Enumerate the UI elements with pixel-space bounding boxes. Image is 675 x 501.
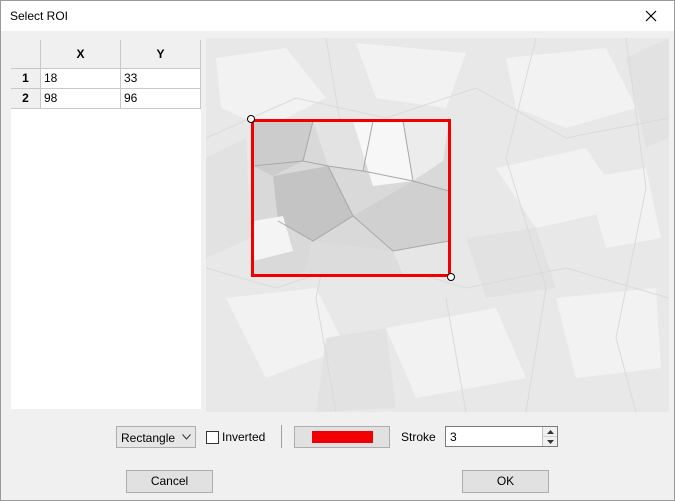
stroke-value[interactable]: 3 [450,430,457,444]
table-cell-y[interactable]: 33 [121,69,201,89]
roi-handle-bottom-right[interactable] [447,273,455,281]
row-header[interactable]: 1 [11,69,41,89]
inverted-option[interactable]: Inverted [206,429,265,445]
spin-down-button[interactable] [542,437,557,446]
roi-handle-top-left[interactable] [247,115,255,123]
spin-up-button[interactable] [542,427,557,437]
close-button[interactable] [628,1,674,31]
table-cell-x[interactable]: 18 [41,69,121,89]
shape-select-value: Rectangle [121,431,176,445]
row-header[interactable]: 2 [11,89,41,109]
spin-buttons [542,427,557,446]
color-picker-button[interactable] [294,426,390,448]
window-title: Select ROI [10,9,69,23]
chevron-down-icon [182,434,191,440]
coordinates-table[interactable]: X Y 1 18 33 2 98 96 [11,40,201,409]
title-bar: Select ROI [0,0,675,31]
caret-down-icon [546,439,554,444]
column-header-y[interactable]: Y [121,40,201,69]
table-cell-x[interactable]: 98 [41,89,121,109]
ok-button[interactable]: OK [462,470,549,493]
caret-up-icon [546,429,554,434]
shape-select[interactable]: Rectangle [116,426,196,448]
inverted-label: Inverted [222,430,266,444]
image-preview[interactable] [206,38,669,412]
corner-header[interactable] [11,40,41,69]
divider [281,425,282,448]
inverted-checkbox[interactable] [206,430,219,444]
table-cell-y[interactable]: 96 [121,89,201,109]
color-swatch [312,431,373,443]
close-icon [645,10,657,22]
roi-rectangle[interactable] [251,119,451,277]
column-header-x[interactable]: X [41,40,121,69]
cancel-button[interactable]: Cancel [126,470,213,493]
stroke-spinbox[interactable]: 3 [445,426,558,447]
stroke-label: Stroke [401,430,436,444]
